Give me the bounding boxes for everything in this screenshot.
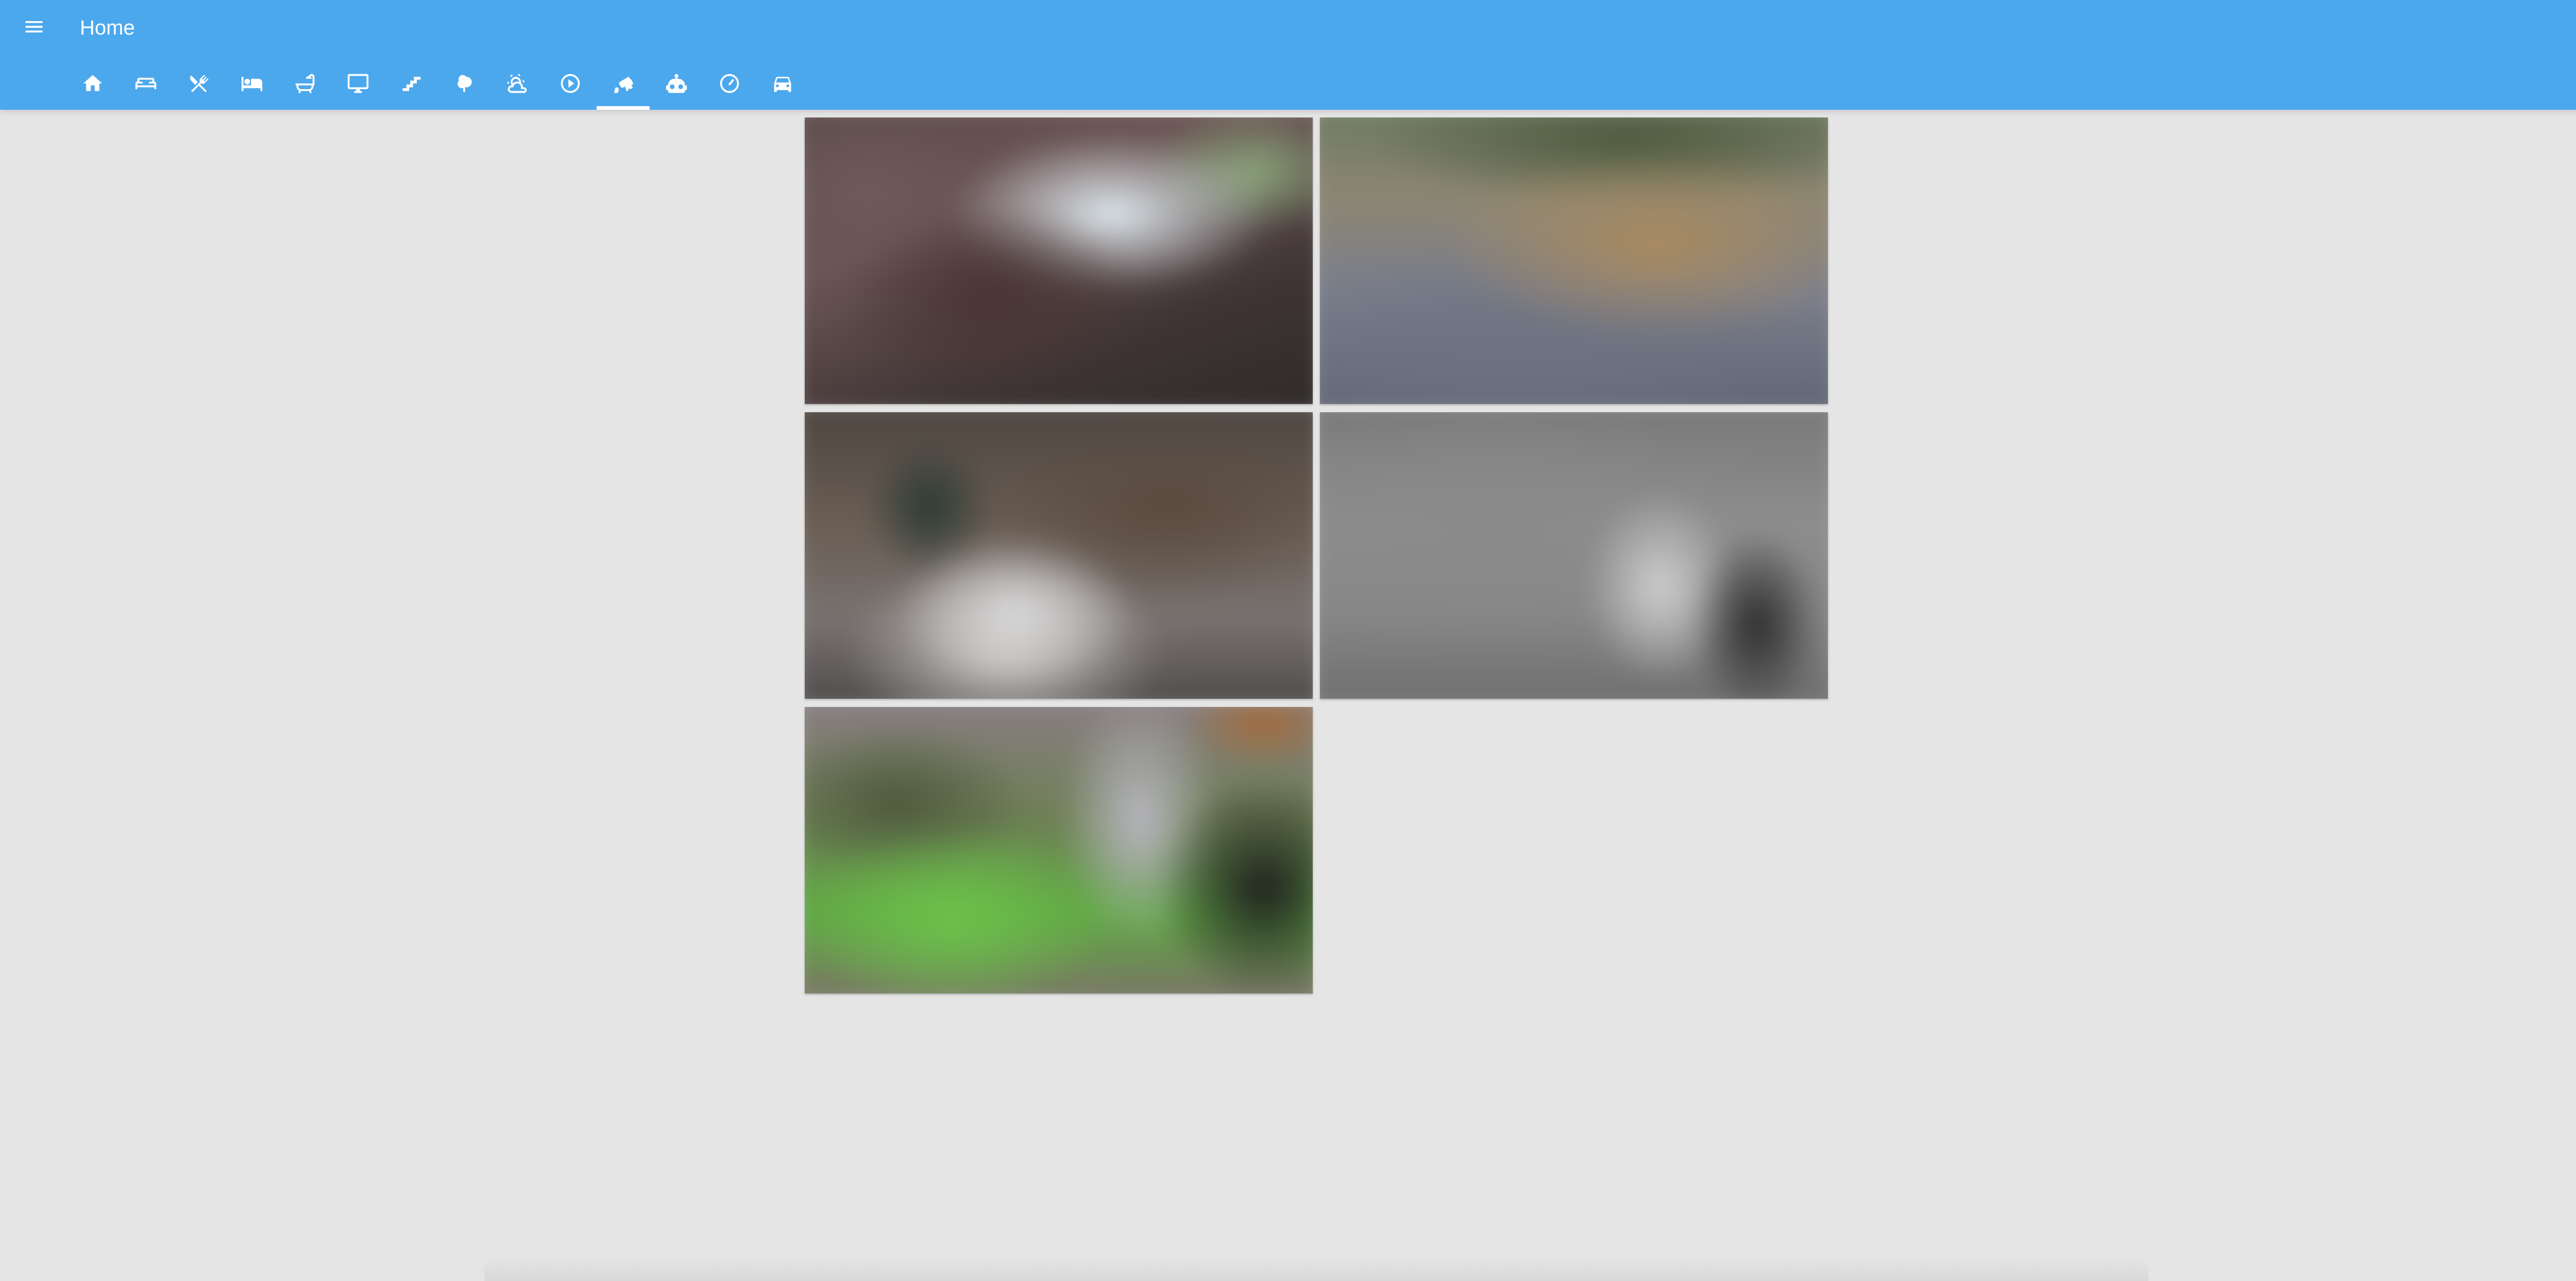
gauge-icon (720, 74, 739, 93)
tree-icon (457, 75, 472, 92)
camera-feed-1[interactable] (805, 117, 1313, 404)
tab-home[interactable] (66, 57, 119, 110)
tab-kitchen[interactable] (172, 57, 225, 110)
tab-weather[interactable] (490, 57, 544, 110)
view-tabs (66, 57, 809, 110)
tab-media[interactable] (544, 57, 597, 110)
bottom-edge-shadow (484, 1257, 2148, 1281)
monitor-icon (347, 74, 368, 93)
robot-icon (666, 74, 687, 93)
camera-feed-4[interactable] (1320, 412, 1828, 699)
tab-cameras[interactable] (597, 57, 650, 110)
tab-robot[interactable] (650, 57, 703, 110)
bed-icon (241, 76, 262, 91)
active-tab-indicator (597, 106, 650, 110)
tab-garden[interactable] (437, 57, 490, 110)
camera-feed-3[interactable] (805, 412, 1313, 699)
cctv-icon (614, 76, 633, 93)
tab-bathroom[interactable] (278, 57, 331, 110)
stairs-icon (402, 76, 420, 91)
tab-office[interactable] (331, 57, 384, 110)
menu-icon (25, 21, 43, 32)
weather-partly-cloudy-icon (506, 73, 527, 93)
tab-stairs[interactable] (384, 57, 437, 110)
page-title: Home (80, 16, 135, 39)
home-icon (83, 75, 102, 91)
play-circle-icon (561, 74, 580, 93)
silverware-icon (190, 74, 209, 92)
camera-feed-2[interactable] (1320, 117, 1828, 404)
sofa-icon (135, 77, 156, 89)
camera-feed-5[interactable] (805, 707, 1313, 993)
bathtub-icon (295, 74, 314, 93)
car-icon (774, 76, 791, 92)
menu-button[interactable] (23, 15, 45, 38)
tab-car[interactable] (756, 57, 809, 110)
tab-energy[interactable] (703, 57, 756, 110)
tab-living-room[interactable] (119, 57, 172, 110)
app-toolbar: Home (0, 0, 2576, 110)
tab-bedroom[interactable] (225, 57, 278, 110)
